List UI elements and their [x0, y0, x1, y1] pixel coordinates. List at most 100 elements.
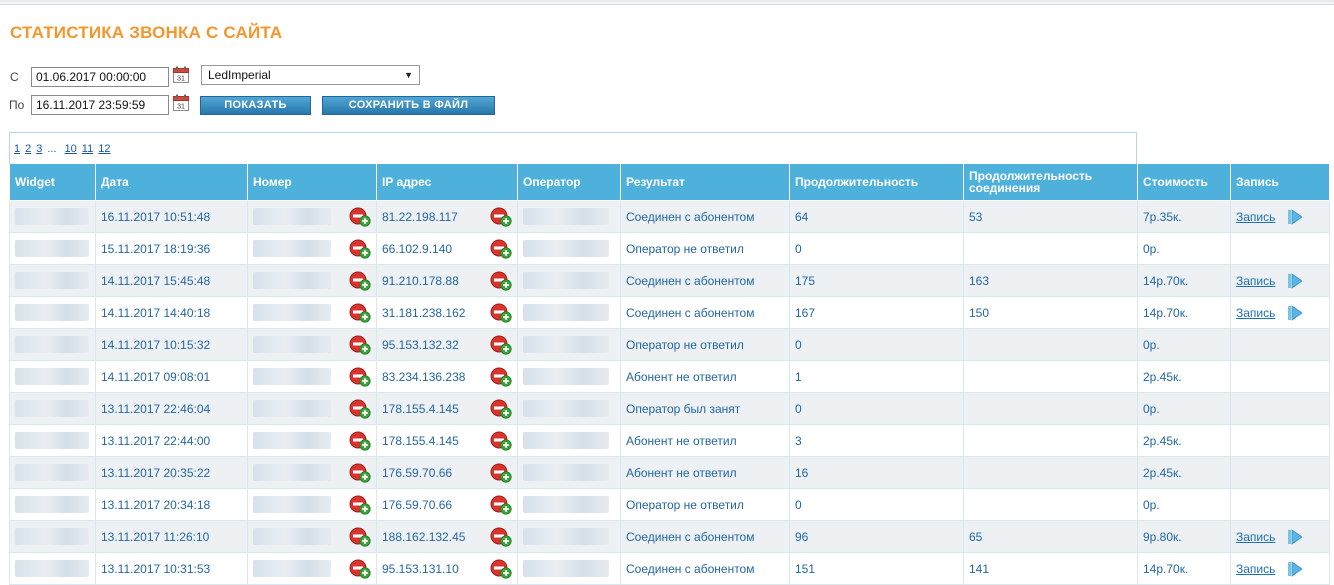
block-add-icon[interactable]: [490, 527, 512, 547]
ip-value: 176.59.70.66: [382, 497, 453, 512]
ip-cell: 176.59.70.66: [376, 456, 518, 489]
block-add-icon[interactable]: [490, 271, 512, 291]
calendar-icon[interactable]: 31: [173, 94, 189, 111]
col-result[interactable]: Результат: [620, 164, 790, 201]
conn-duration-cell: [963, 360, 1138, 393]
table-row: 16.11.2017 10:51:48 81.22.198.117 Соединен…: [9, 200, 1330, 233]
play-icon[interactable]: [1287, 528, 1304, 545]
operator-cell: [517, 552, 621, 585]
col-record[interactable]: Запись: [1230, 164, 1330, 201]
block-add-icon[interactable]: [490, 495, 512, 515]
page-link-3[interactable]: 3: [36, 143, 42, 155]
block-add-icon[interactable]: [490, 207, 512, 227]
redacted-operator: [523, 528, 609, 545]
block-add-icon[interactable]: [490, 303, 512, 323]
block-add-icon[interactable]: [490, 399, 512, 419]
col-number[interactable]: Номер: [247, 164, 377, 201]
record-link[interactable]: Запись: [1236, 530, 1275, 544]
table-row: 15.11.2017 18:19:36 66.102.9.140 Оператор …: [9, 232, 1330, 265]
redacted-widget: [15, 464, 89, 481]
block-add-icon[interactable]: [349, 303, 371, 323]
block-add-icon[interactable]: [490, 367, 512, 387]
table-header-row: Widget Дата Номер IP адрес Оператор Резу…: [9, 164, 1330, 201]
save-to-file-button[interactable]: СОХРАНИТЬ В ФАЙЛ: [322, 96, 495, 115]
duration-cell: 64: [789, 200, 964, 233]
result-cell: Оператор не ответил: [620, 328, 790, 361]
page-link-10[interactable]: 10: [65, 143, 77, 155]
col-duration[interactable]: Продолжительность: [789, 164, 964, 201]
redacted-number: [253, 240, 331, 257]
block-add-icon[interactable]: [349, 399, 371, 419]
record-cell: [1230, 360, 1330, 393]
block-add-icon[interactable]: [349, 495, 371, 515]
record-cell: [1230, 392, 1330, 425]
record-link[interactable]: Запись: [1236, 210, 1275, 224]
pager-ellipsis: ...: [47, 143, 57, 155]
show-button[interactable]: ПОКАЗАТЬ: [200, 96, 311, 115]
col-cost[interactable]: Стоимость: [1137, 164, 1231, 201]
table-row: 14.11.2017 15:45:48 91.210.178.88 Соединен…: [9, 264, 1330, 297]
ip-value: 91.210.178.88: [382, 273, 459, 288]
block-add-icon[interactable]: [349, 271, 371, 291]
block-add-icon[interactable]: [490, 463, 512, 483]
block-add-icon[interactable]: [349, 207, 371, 227]
record-link[interactable]: Запись: [1236, 562, 1275, 576]
duration-cell: 0: [789, 328, 964, 361]
duration-cell: 0: [789, 232, 964, 265]
block-add-icon[interactable]: [349, 239, 371, 259]
col-conn-duration[interactable]: Продолжительность соединения: [963, 164, 1138, 201]
ip-cell: 91.210.178.88: [376, 264, 518, 297]
col-ip[interactable]: IP адрес: [376, 164, 518, 201]
table-row: 14.11.2017 09:08:01 83.234.136.238 Абонент…: [9, 360, 1330, 393]
page-link-2[interactable]: 2: [25, 143, 31, 155]
block-add-icon[interactable]: [490, 239, 512, 259]
record-cell: Запись: [1230, 200, 1330, 233]
page-link-11[interactable]: 11: [82, 143, 93, 155]
table-row: 14.11.2017 10:15:32 95.153.132.32 Оператор…: [9, 328, 1330, 361]
ip-cell: 83.234.136.238: [376, 360, 518, 393]
record-link[interactable]: Запись: [1236, 306, 1275, 320]
widget-cell: [9, 488, 96, 521]
block-add-icon[interactable]: [349, 335, 371, 355]
play-icon[interactable]: [1287, 272, 1304, 289]
calendar-icon[interactable]: 31: [173, 66, 189, 83]
cost-cell: 0р.: [1137, 392, 1231, 425]
date-from-input[interactable]: [31, 67, 169, 87]
widget-cell: [9, 328, 96, 361]
block-add-icon[interactable]: [349, 527, 371, 547]
widget-cell: [9, 456, 96, 489]
svg-text:31: 31: [177, 104, 185, 111]
block-add-icon[interactable]: [349, 463, 371, 483]
record-cell: [1230, 232, 1330, 265]
number-cell: [247, 424, 377, 457]
play-icon[interactable]: [1287, 304, 1304, 321]
block-add-icon[interactable]: [349, 431, 371, 451]
cost-cell: 0р.: [1137, 232, 1231, 265]
page-link-1[interactable]: 1: [14, 143, 20, 155]
table-body: 16.11.2017 10:51:48 81.22.198.117 Соединен…: [9, 200, 1330, 585]
duration-cell: 0: [789, 392, 964, 425]
block-add-icon[interactable]: [490, 335, 512, 355]
conn-duration-cell: 141: [963, 552, 1138, 585]
block-add-icon[interactable]: [490, 431, 512, 451]
redacted-operator: [523, 496, 609, 513]
date-to-input[interactable]: [31, 95, 169, 115]
page-link-12[interactable]: 12: [98, 143, 110, 155]
block-add-icon[interactable]: [349, 559, 371, 579]
record-link[interactable]: Запись: [1236, 274, 1275, 288]
play-icon[interactable]: [1287, 560, 1304, 577]
col-date[interactable]: Дата: [95, 164, 248, 201]
ip-value: 66.102.9.140: [382, 241, 453, 256]
col-widget[interactable]: Widget: [9, 164, 96, 201]
ip-value: 81.22.198.117: [382, 209, 458, 224]
col-operator[interactable]: Оператор: [517, 164, 621, 201]
site-select[interactable]: LedImperial ▼: [201, 65, 420, 85]
conn-duration-cell: [963, 328, 1138, 361]
play-icon[interactable]: [1287, 208, 1304, 225]
block-add-icon[interactable]: [349, 367, 371, 387]
number-cell: [247, 488, 377, 521]
widget-cell: [9, 392, 96, 425]
to-label: По: [9, 98, 25, 112]
record-cell: [1230, 488, 1330, 521]
block-add-icon[interactable]: [490, 559, 512, 579]
